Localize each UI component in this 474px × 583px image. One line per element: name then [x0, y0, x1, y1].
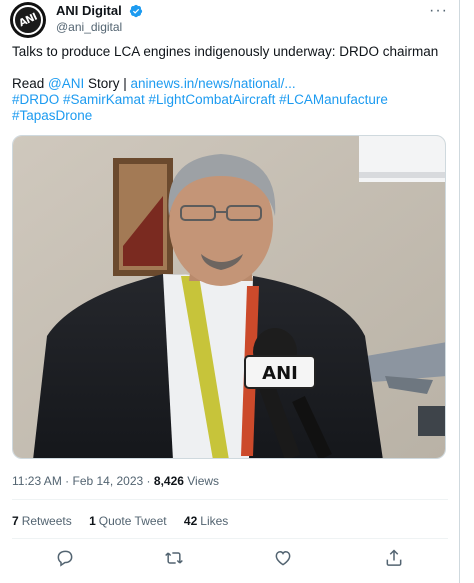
author-handle[interactable]: @ani_digital [56, 19, 143, 36]
likes-label: Likes [200, 514, 229, 528]
divider-top [12, 499, 448, 500]
hashtags-line-2[interactable]: #TapasDrone [12, 108, 452, 124]
meta-separator: · [61, 474, 73, 488]
retweets-count: 7 [12, 514, 19, 528]
retweet-icon[interactable] [164, 548, 184, 568]
avatar-logo-text: ANI [17, 11, 39, 29]
quotes-stat[interactable]: 1 Quote Tweet [89, 514, 167, 528]
retweets-label: Retweets [21, 514, 72, 528]
meta-separator-2: · [143, 474, 154, 488]
tweet-date[interactable]: Feb 14, 2023 [72, 474, 143, 488]
tweet-text: Talks to produce LCA engines indigenousl… [12, 44, 452, 124]
author-block: ANI Digital @ani_digital [56, 2, 143, 36]
story-text: Story | [84, 76, 131, 91]
tweet-card: ANI ANI Digital @ani_digital ··· Talks t… [0, 0, 460, 583]
avatar-logo: ANI [13, 5, 43, 35]
views-label: Views [183, 474, 220, 488]
hashtags-line-1[interactable]: #DRDO #SamirKamat #LightCombatAircraft #… [12, 92, 452, 108]
retweets-stat[interactable]: 7 Retweets [12, 514, 72, 528]
quotes-count: 1 [89, 514, 96, 528]
mic-label: ANI [262, 363, 298, 384]
read-prefix: Read [12, 76, 49, 91]
reply-icon[interactable] [55, 548, 75, 568]
views-count: 8,426 [153, 474, 184, 488]
tweet-header: ANI ANI Digital @ani_digital ··· [10, 2, 450, 38]
likes-stat[interactable]: 42 Likes [184, 514, 228, 528]
air-conditioner [359, 136, 445, 182]
url-link[interactable]: aninews.in/news/national/... [131, 76, 296, 91]
quotes-label: Quote Tweet [98, 514, 167, 528]
share-icon[interactable] [384, 548, 404, 568]
tweet-video[interactable]: ANI [12, 135, 446, 459]
video-frame: ANI [13, 136, 445, 458]
mention-link[interactable]: @ANI [48, 76, 84, 91]
divider-bottom [12, 538, 448, 539]
like-icon[interactable] [273, 548, 293, 568]
verified-badge-icon [130, 4, 143, 17]
tweet-read-line: Read @ANI Story | aninews.in/news/nation… [12, 76, 452, 92]
engagement-stats: 7 Retweets 1 Quote Tweet 42 Likes [12, 514, 242, 528]
author-display-name[interactable]: ANI Digital [56, 2, 122, 19]
tweet-time[interactable]: 11:23 AM [12, 474, 62, 488]
likes-count: 42 [183, 514, 198, 528]
more-icon[interactable]: ··· [429, 2, 448, 20]
wall-painting [113, 158, 173, 276]
avatar[interactable]: ANI [10, 2, 46, 38]
tweet-headline: Talks to produce LCA engines indigenousl… [12, 44, 439, 59]
tweet-meta: 11:23 AM · Feb 14, 2023 · 8,426 Views [12, 474, 219, 488]
action-bar [0, 548, 460, 572]
